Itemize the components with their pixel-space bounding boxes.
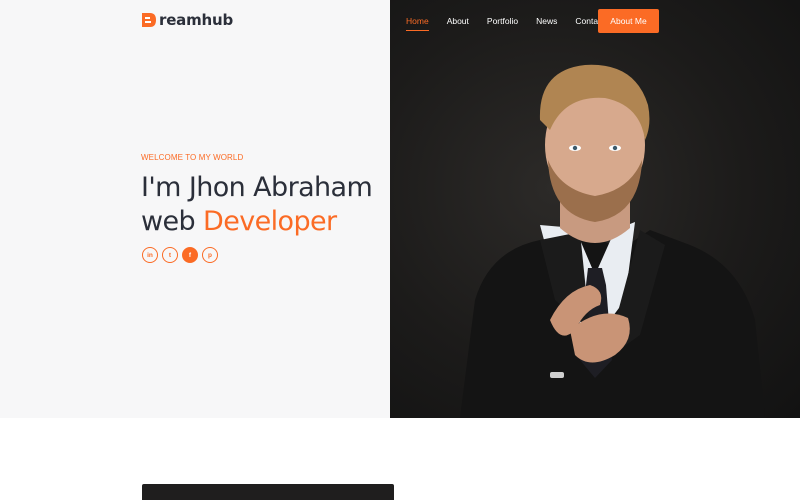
- nav-item-portfolio[interactable]: Portfolio: [487, 16, 518, 26]
- hero-headline: I'm Jhon Abraham web Developer: [141, 171, 373, 239]
- facebook-glyph: f: [188, 251, 192, 259]
- brand-name: reamhub: [159, 11, 234, 29]
- logo-mark-icon: [141, 12, 157, 28]
- headline-line2-prefix: web: [141, 206, 196, 237]
- headline-line2-accent: Developer: [203, 206, 337, 237]
- nav-item-home[interactable]: Home: [406, 16, 429, 31]
- facebook-icon[interactable]: f: [182, 247, 198, 263]
- portrait-image: [460, 64, 765, 418]
- about-me-button[interactable]: About Me: [598, 9, 659, 33]
- pinterest-glyph: p: [208, 251, 212, 259]
- main-nav: Home About Portfolio News Contact: [406, 9, 623, 33]
- brand-logo[interactable]: reamhub: [141, 10, 233, 30]
- hero-section: reamhub Home About Portfolio News Contac…: [0, 0, 800, 418]
- hero-photo-panel: [390, 0, 800, 418]
- twitter-glyph: t: [168, 251, 172, 259]
- next-section-image-card: [142, 484, 394, 500]
- pupil-right: [612, 145, 618, 151]
- pupil-left: [572, 145, 578, 151]
- nav-item-news[interactable]: News: [536, 16, 557, 26]
- linkedin-glyph: in: [147, 251, 153, 259]
- twitter-icon[interactable]: t: [162, 247, 178, 263]
- welcome-text: WELCOME TO MY WORLD: [141, 153, 244, 162]
- nav-item-about[interactable]: About: [447, 16, 469, 26]
- social-links: in t f p: [142, 247, 222, 263]
- headline-line1: I'm Jhon Abraham: [141, 172, 373, 203]
- pinterest-icon[interactable]: p: [202, 247, 218, 263]
- linkedin-icon[interactable]: in: [142, 247, 158, 263]
- watch-shape: [550, 372, 564, 378]
